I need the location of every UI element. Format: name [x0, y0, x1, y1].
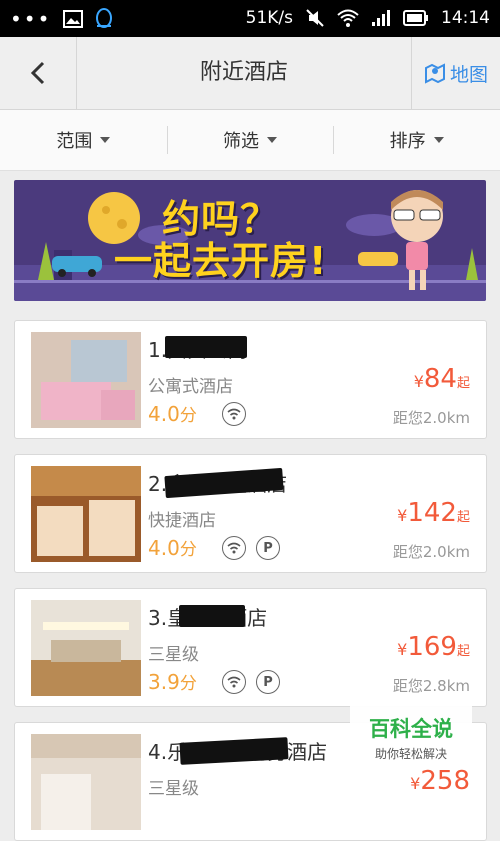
status-bar: ••• 51K/s 14:14 — [0, 0, 500, 37]
redaction-mark — [165, 336, 247, 358]
filter-bar: 范围 筛选 排序 — [0, 110, 500, 171]
wifi-signal-icon — [337, 9, 359, 27]
hotel-card[interactable]: 2.鑫港快捷酒店 快捷酒店 4.0分 P ¥142起 距您2.0km — [14, 454, 487, 573]
wifi-icon — [222, 670, 246, 694]
network-speed: 51K/s — [245, 8, 293, 28]
app-header: 附近酒店 地图 — [0, 37, 500, 110]
banner-line2: 一起去开房! — [114, 239, 328, 283]
promo-banner[interactable]: 约吗？ 一起去开房! — [14, 180, 486, 301]
hotel-score: 3.9分 — [148, 670, 197, 694]
map-button[interactable]: 地图 — [411, 37, 500, 109]
more-dots-icon: ••• — [10, 7, 52, 31]
hotel-price: ¥84起 — [413, 364, 470, 394]
hotel-score: 4.0分 — [148, 536, 197, 560]
hotel-type: 三星级 — [148, 779, 199, 799]
hotel-type: 三星级 — [148, 645, 199, 665]
parking-icon: P — [256, 670, 280, 694]
back-button[interactable] — [0, 37, 77, 109]
hotel-price: ¥169起 — [397, 632, 470, 662]
hotel-photo — [31, 734, 141, 830]
watermark-title: 百科全说 — [369, 717, 453, 741]
hotel-distance: 距您2.0km — [392, 409, 470, 427]
banner-slogan: 约吗？ 一起去开房! — [114, 198, 327, 282]
mute-icon — [306, 9, 324, 27]
parking-icon: P — [256, 536, 280, 560]
wifi-icon — [222, 402, 246, 426]
filter-range-label: 范围 — [56, 131, 93, 152]
amenities: P — [222, 536, 280, 560]
page-title: 附近酒店 — [199, 60, 288, 85]
filter-sort[interactable]: 排序 — [333, 110, 500, 170]
hotel-photo — [31, 466, 141, 562]
caret-down-icon — [100, 137, 111, 143]
hotel-distance: 距您2.0km — [392, 543, 470, 561]
wifi-icon — [222, 536, 246, 560]
image-notification-icon — [63, 10, 84, 28]
map-pin-icon — [424, 63, 445, 84]
battery-icon — [403, 10, 428, 26]
hotel-photo — [31, 600, 141, 696]
watermark: 百科全说 助你轻松解决 — [350, 705, 472, 765]
amenities — [222, 402, 246, 426]
filter-screen[interactable]: 筛选 — [166, 110, 334, 170]
filter-range[interactable]: 范围 — [0, 110, 167, 170]
clock: 14:14 — [441, 8, 490, 28]
hotel-price: ¥258 — [410, 766, 470, 796]
redaction-mark — [179, 605, 245, 627]
hotel-type: 快捷酒店 — [148, 511, 216, 531]
cell-signal-icon — [372, 10, 390, 26]
hotel-distance: 距您2.8km — [392, 677, 470, 695]
amenities: P — [222, 670, 280, 694]
caret-down-icon — [267, 137, 277, 143]
hotel-type: 公寓式酒店 — [148, 377, 233, 397]
map-button-label: 地图 — [449, 63, 488, 86]
filter-screen-label: 筛选 — [223, 131, 259, 152]
filter-sort-label: 排序 — [389, 131, 426, 152]
hotel-photo — [31, 332, 141, 428]
watermark-subtitle: 助你轻松解决 — [374, 747, 447, 761]
hotel-score: 4.0分 — [148, 402, 197, 426]
hotel-price: ¥142起 — [397, 498, 470, 528]
qq-notification-icon — [96, 8, 113, 28]
hotel-card[interactable]: 3.皇宫大酒店 三星级 3.9分 P ¥169起 距您2.8km — [14, 588, 487, 707]
caret-down-icon — [433, 137, 444, 143]
chevron-left-icon — [30, 61, 45, 85]
hotel-card[interactable]: 1.贝贝公寓 公寓式酒店 4.0分 ¥84起 距您2.0km — [14, 320, 487, 439]
banner-line1: 约吗？ — [162, 197, 280, 241]
